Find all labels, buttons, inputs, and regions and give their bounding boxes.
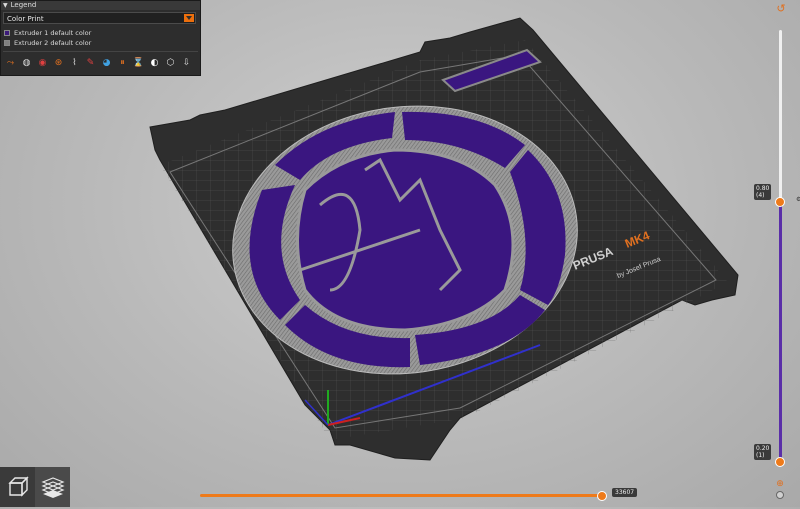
move-slider-track[interactable] bbox=[200, 494, 603, 497]
view-type-value: Color Print bbox=[7, 15, 44, 23]
tool-changes-icon[interactable]: ✎ bbox=[83, 56, 98, 71]
center-of-gravity-icon[interactable]: ◐ bbox=[147, 56, 162, 71]
lower-layer-number: (1) bbox=[756, 452, 765, 459]
layer-slider-range bbox=[779, 202, 782, 462]
color-changes-icon[interactable]: ◕ bbox=[99, 56, 114, 71]
legend-item-label: Extruder 2 default color bbox=[14, 38, 92, 47]
custom-gcodes-icon[interactable]: ⌛ bbox=[131, 56, 146, 71]
upper-layer-label: 0.80 (4) bbox=[754, 184, 772, 200]
one-layer-mode-icon[interactable] bbox=[776, 491, 784, 499]
cube-icon bbox=[7, 476, 29, 497]
travel-icon[interactable]: ⤳ bbox=[3, 56, 18, 71]
view-type-combo[interactable]: Color Print bbox=[3, 12, 196, 24]
seams-icon[interactable]: ⌇ bbox=[67, 56, 82, 71]
pause-prints-icon[interactable]: ⏸ bbox=[115, 56, 130, 71]
legend-item-label: Extruder 1 default color bbox=[14, 28, 92, 37]
retractions-icon[interactable]: ◉ bbox=[35, 56, 50, 71]
3d-view-button[interactable] bbox=[0, 467, 35, 507]
lower-layer-label: 0.20 (1) bbox=[754, 444, 772, 460]
3d-viewport[interactable]: PRUSA MK4 by Josef Prusa bbox=[0, 0, 800, 507]
legend-title: Legend bbox=[10, 1, 37, 9]
undo-arrow-icon[interactable]: ↺ bbox=[775, 3, 787, 15]
legend-item-extruder-2: Extruder 2 default color bbox=[4, 38, 91, 47]
legend-item-extruder-1: Extruder 1 default color bbox=[4, 28, 91, 37]
legend-header[interactable]: ▼ Legend bbox=[1, 1, 200, 10]
upper-layer-height: 0.80 bbox=[756, 185, 770, 192]
deretractions-icon[interactable]: ⊛ bbox=[51, 56, 66, 71]
color-swatch bbox=[4, 29, 10, 36]
preview-button[interactable] bbox=[35, 467, 70, 507]
legend-options-toolbar: ⤳ ◍ ◉ ⊛ ⌇ ✎ ◕ ⏸ ⌛ ◐ ⬡ ⇩ bbox=[3, 55, 198, 71]
move-slider-value: 33607 bbox=[612, 488, 638, 497]
upper-layer-number: (4) bbox=[756, 192, 765, 199]
lock-icon[interactable]: ⊕ bbox=[775, 479, 785, 489]
wipe-icon[interactable]: ◍ bbox=[19, 56, 34, 71]
cog-icon[interactable]: ⚙ bbox=[796, 196, 800, 204]
collapse-triangle-icon[interactable]: ▼ bbox=[3, 1, 8, 10]
legend-divider bbox=[3, 51, 198, 52]
print-bed-scene: PRUSA MK4 by Josef Prusa bbox=[149, 17, 739, 461]
layers-icon bbox=[40, 477, 65, 498]
move-slider-thumb[interactable] bbox=[597, 491, 607, 501]
legend-panel: ▼ Legend Color Print Extruder 1 default … bbox=[0, 0, 201, 76]
layer-slider-lower-thumb[interactable] bbox=[775, 457, 785, 467]
chevron-down-icon[interactable] bbox=[184, 14, 194, 22]
segment-center bbox=[296, 148, 515, 332]
color-swatch bbox=[4, 39, 10, 46]
lower-layer-height: 0.20 bbox=[756, 445, 770, 452]
shells-icon[interactable]: ⬡ bbox=[163, 56, 178, 71]
layer-slider-upper-thumb[interactable] bbox=[775, 197, 785, 207]
tool-marker-icon[interactable]: ⇩ bbox=[179, 56, 194, 71]
